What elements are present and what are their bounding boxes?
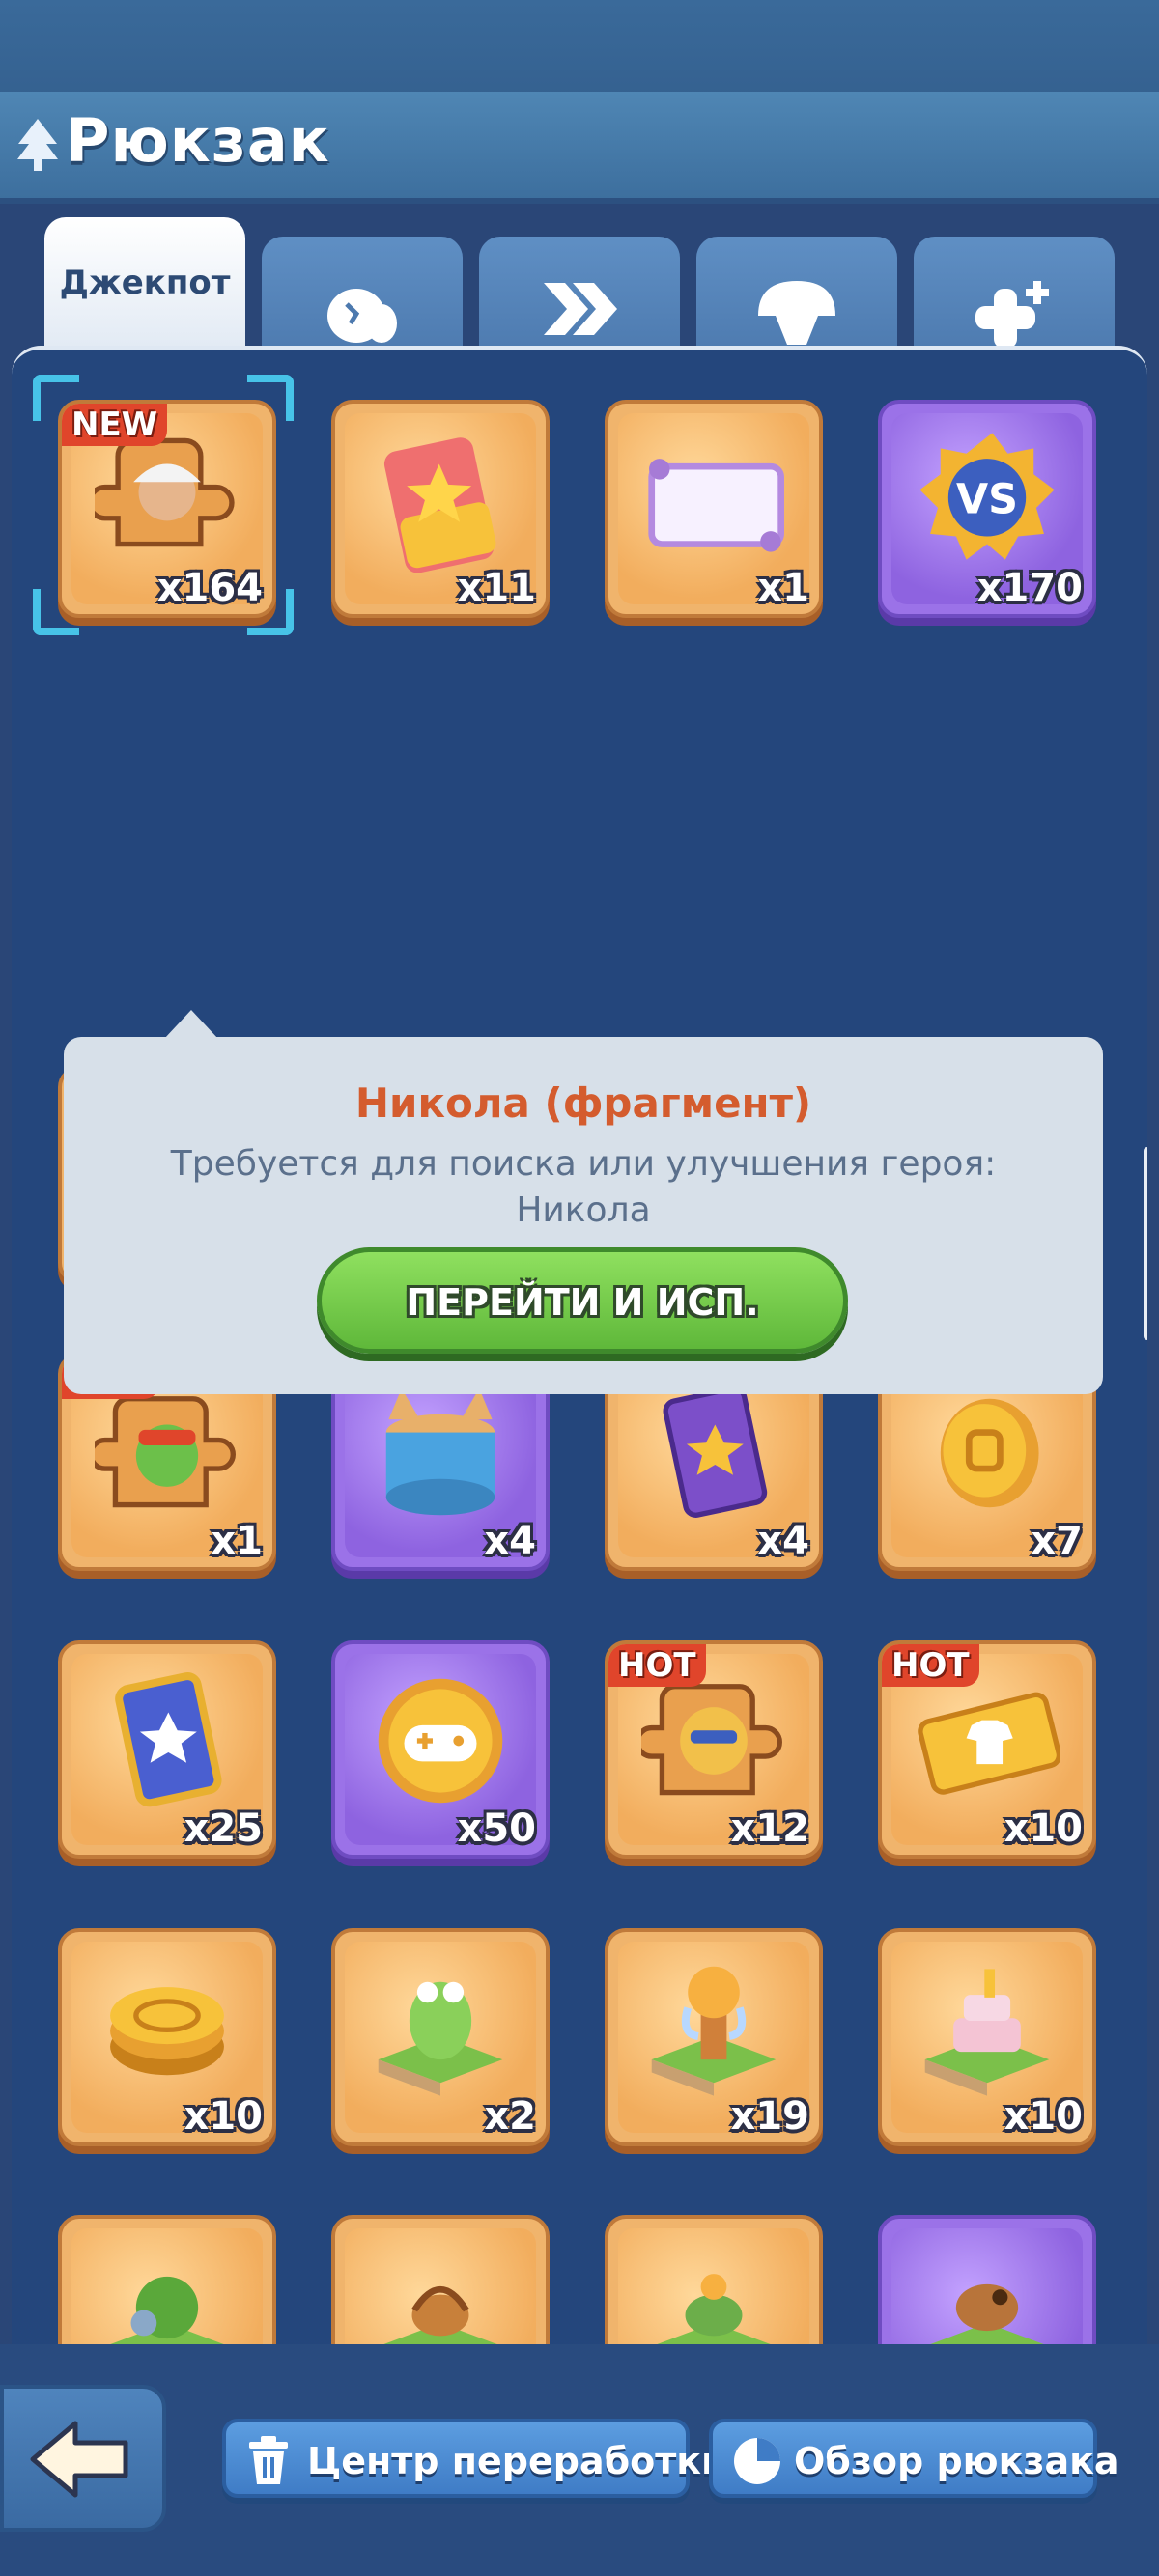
item-count: x25	[184, 1806, 263, 1851]
tab-upgrades[interactable]	[479, 237, 680, 362]
plant-statue-icon	[104, 2276, 230, 2348]
tab-bar: Джекпот	[0, 217, 1159, 362]
backpack-overview-label: Обзор рюкзака	[794, 2440, 1119, 2482]
item-count: x7	[1031, 1519, 1083, 1563]
item-count: x12	[730, 1806, 809, 1851]
inventory-item[interactable]	[58, 2215, 276, 2348]
blue-star-card-icon	[115, 1672, 222, 1807]
frog-statue-icon	[378, 1981, 503, 2096]
inventory-item[interactable]: x11	[331, 400, 550, 618]
gold-coin-icon	[940, 1398, 1039, 1508]
helmet-icon	[758, 281, 835, 345]
tooltip-title: Никола (фрагмент)	[354, 1079, 812, 1127]
header-bar: Рюкзак	[0, 92, 1159, 204]
cake-statue-icon	[924, 1969, 1050, 2096]
item-count: x10	[1004, 2094, 1083, 2139]
inventory-item[interactable]	[605, 2215, 823, 2348]
inventory-item[interactable]: NEW x164	[58, 400, 276, 618]
inventory-item[interactable]	[878, 2215, 1096, 2348]
cat-food-can-icon	[385, 1388, 495, 1516]
page-title: Рюкзак	[66, 105, 330, 176]
inventory-panel: NEWx164x11x1VSx170-50%x1?x6x107x2 390HOT…	[12, 346, 1147, 2348]
back-arrow-icon	[30, 2421, 128, 2498]
item-count: x2	[484, 2094, 536, 2139]
hero-fragment-icon	[95, 437, 235, 547]
capybara-statue-icon	[924, 2283, 1050, 2348]
svg-text:VS: VS	[956, 475, 1018, 523]
star-ticket-icon	[383, 437, 496, 573]
double-arrow-icon	[544, 283, 617, 335]
trash-icon	[249, 2436, 288, 2484]
item-tooltip: Никола (фрагмент) Требуется для поиска и…	[64, 1010, 1103, 1394]
inventory-item[interactable]: x10	[878, 1928, 1096, 2146]
inventory-item[interactable]: x19	[605, 1928, 823, 2146]
recycle-center-button[interactable]: Центр переработки	[222, 2419, 727, 2498]
pie-chart-icon	[734, 2438, 780, 2484]
inventory-item[interactable]: HOT x10	[878, 1640, 1096, 1859]
tree-icon	[17, 119, 58, 171]
item-count: x4	[484, 1519, 536, 1563]
item-count: x170	[976, 566, 1083, 610]
item-count: x19	[730, 2094, 809, 2139]
shirt-ticket-icon	[918, 1692, 1060, 1795]
tooltip-arrow	[164, 1010, 218, 1039]
inventory-item[interactable]: x10	[58, 1928, 276, 2146]
item-count: x50	[457, 1806, 536, 1851]
back-button[interactable]	[0, 2385, 166, 2532]
go-and-use-label: ПЕРЕЙТИ И ИСП.	[406, 1281, 759, 1324]
hot-badge: HOT	[608, 1644, 706, 1687]
fountain-statue-icon	[651, 1966, 777, 2096]
selection-corner	[33, 375, 79, 421]
inventory-item[interactable]	[331, 2215, 550, 2348]
name-card-icon	[648, 459, 784, 552]
tab-consumables[interactable]	[914, 237, 1115, 362]
hot-badge: HOT	[882, 1644, 979, 1687]
purple-star-card-icon	[663, 1386, 768, 1518]
tab-eggs[interactable]	[262, 237, 463, 362]
item-count: x10	[1004, 1806, 1083, 1851]
tooltip-description: Требуется для поиска или улучшения героя…	[102, 1141, 1064, 1234]
inventory-item[interactable]: x25	[58, 1640, 276, 1859]
scrollbar-thumb[interactable]	[1144, 1147, 1147, 1340]
tooltip-desc-line1: Требуется для поиска или улучшения героя…	[170, 1144, 997, 1184]
inventory-item[interactable]: HOT x12	[605, 1640, 823, 1859]
tooltip-desc-line2: Никола	[516, 1190, 651, 1230]
inventory-item[interactable]: x50	[331, 1640, 550, 1859]
vs-medal-icon: VS	[919, 433, 1055, 560]
item-count: x1	[757, 566, 809, 610]
inventory-item[interactable]: x2	[331, 1928, 550, 2146]
inventory-item[interactable]: VS x170	[878, 400, 1096, 618]
recycle-center-label: Центр переработки	[307, 2440, 727, 2482]
tab-jackpot-label: Джекпот	[59, 264, 231, 302]
item-count: x1	[211, 1519, 263, 1563]
tab-jackpot[interactable]: Джекпот	[44, 217, 245, 362]
egg-icon	[327, 289, 397, 343]
robot-fragment-icon	[641, 1684, 782, 1796]
inventory-item[interactable]: x1	[605, 400, 823, 618]
gamepad-coin-icon	[378, 1678, 503, 1804]
plus-icon	[975, 281, 1049, 349]
backpack-overview-button[interactable]: Обзор рюкзака	[709, 2419, 1119, 2498]
selection-corner	[33, 589, 79, 635]
item-count: x10	[184, 2094, 263, 2139]
coin-stack-icon	[110, 1987, 224, 2076]
top-band	[0, 0, 1159, 106]
tab-equipment[interactable]	[696, 237, 897, 362]
item-count: x11	[457, 566, 536, 610]
turtle-statue-icon	[651, 2274, 777, 2348]
go-and-use-button[interactable]: ПЕРЕЙТИ И ИСП.	[317, 1247, 848, 1354]
selection-corner	[247, 375, 294, 421]
basket-statue-icon	[378, 2285, 503, 2348]
selection-corner	[247, 589, 294, 635]
frog-fragment-icon	[95, 1396, 236, 1508]
item-count: x4	[757, 1519, 809, 1563]
